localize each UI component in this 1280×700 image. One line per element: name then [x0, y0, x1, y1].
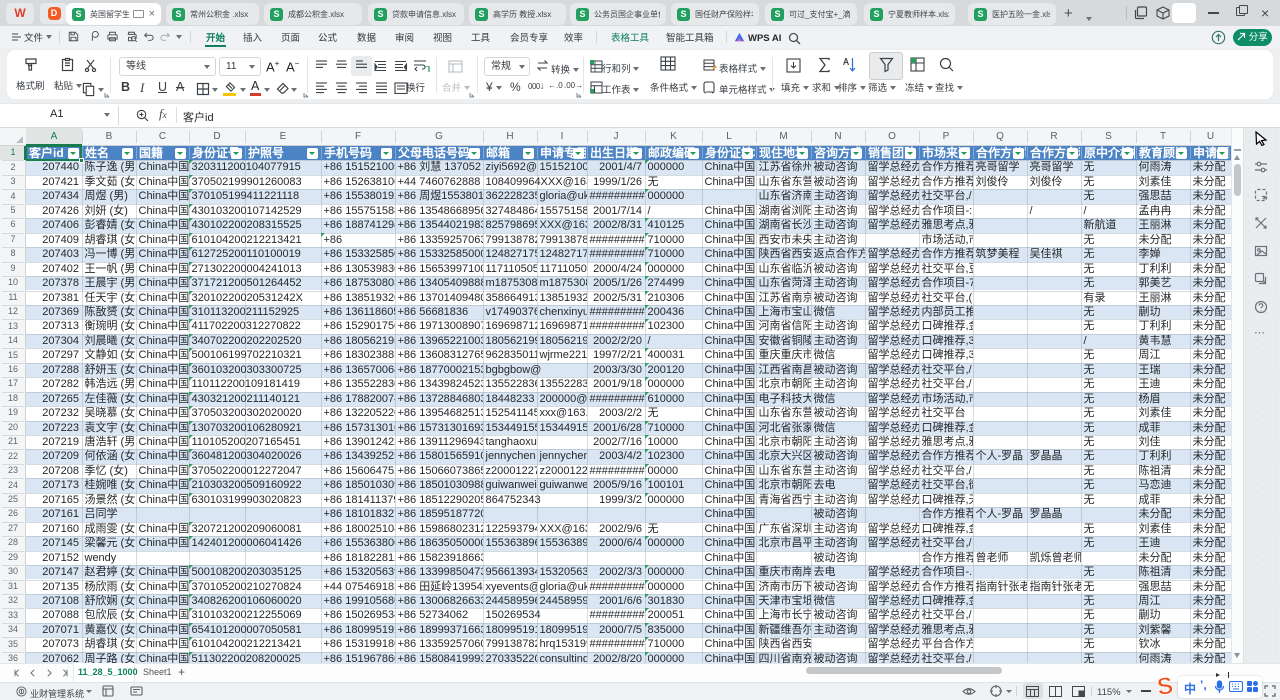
svg-text:S: S — [1155, 674, 1175, 698]
